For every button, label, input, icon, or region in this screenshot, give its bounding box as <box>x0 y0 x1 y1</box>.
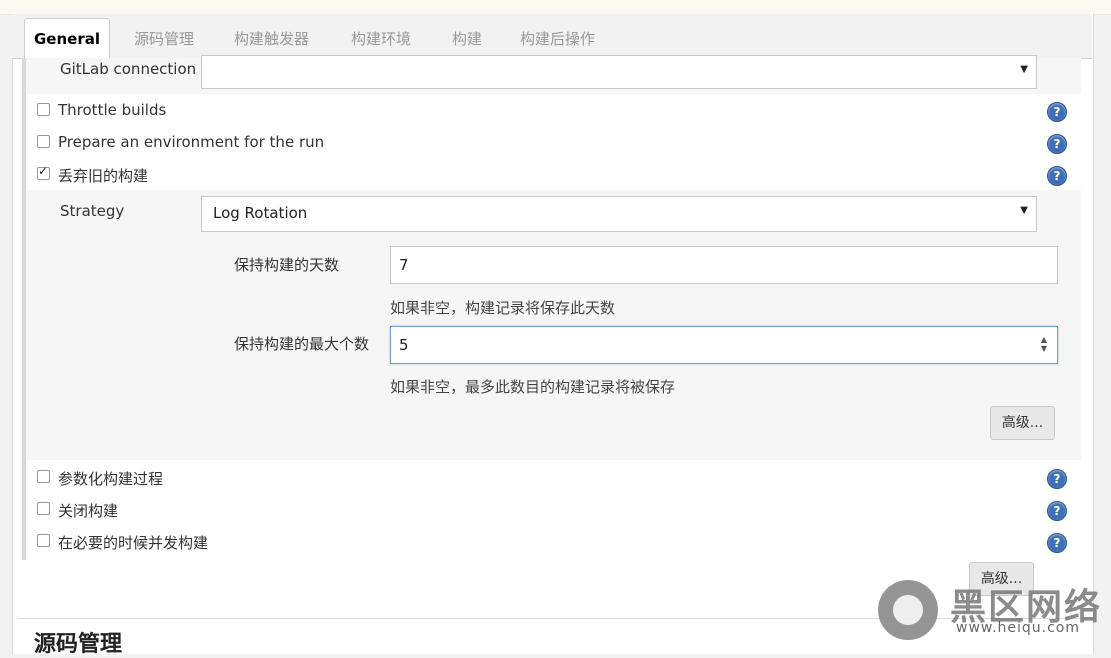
advanced-button[interactable]: 高级... <box>990 406 1055 440</box>
parameterized-build-label: 参数化构建过程 <box>58 470 164 488</box>
gitlab-connection-select[interactable]: ▼ <box>201 55 1037 89</box>
help-icon[interactable]: ? <box>1047 501 1067 521</box>
strategy-select[interactable]: Log Rotation ▼ <box>201 196 1037 232</box>
throttle-builds-checkbox[interactable] <box>37 103 50 116</box>
help-icon[interactable]: ? <box>1047 533 1067 553</box>
concurrent-build-checkbox[interactable] <box>37 534 50 547</box>
section-title-scm: 源码管理 <box>34 632 123 657</box>
chevron-down-icon: ▼ <box>1020 205 1028 216</box>
watermark-url: www.heiqu.com <box>956 620 1081 636</box>
days-to-keep-input[interactable]: 7 <box>390 246 1058 284</box>
parameterized-build-checkbox[interactable] <box>37 470 50 483</box>
top-strip <box>0 0 1111 15</box>
days-to-keep-hint: 如果非空，构建记录将保存此天数 <box>390 299 616 317</box>
disable-build-checkbox[interactable] <box>37 502 50 515</box>
help-icon[interactable]: ? <box>1047 102 1067 122</box>
tab-general[interactable]: General <box>24 18 110 61</box>
chevron-down-icon: ▼ <box>1020 64 1028 75</box>
prepare-environment-checkbox[interactable] <box>37 135 50 148</box>
tab-build-triggers[interactable]: 构建触发器 <box>234 16 309 58</box>
watermark: 黑区网络 www.heiqu.com <box>878 578 1111 644</box>
days-to-keep-label: 保持构建的天数 <box>234 256 340 274</box>
strategy-value: Log Rotation <box>213 204 308 222</box>
max-builds-hint: 如果非空，最多此数目的构建记录将被保存 <box>390 378 676 396</box>
throttle-builds-label: Throttle builds <box>58 101 167 119</box>
strategy-label: Strategy <box>60 202 125 220</box>
gitlab-connection-label: GitLab connection <box>60 60 197 78</box>
help-icon[interactable]: ? <box>1047 134 1067 154</box>
max-builds-input[interactable]: 5 ▲ ▼ <box>390 326 1058 364</box>
tab-scm[interactable]: 源码管理 <box>134 16 194 58</box>
discard-old-builds-label: 丢弃旧的构建 <box>58 167 149 185</box>
number-spinner[interactable]: ▲ ▼ <box>1041 335 1047 353</box>
tab-post-build[interactable]: 构建后操作 <box>520 16 595 58</box>
max-builds-label: 保持构建的最大个数 <box>234 335 370 353</box>
days-to-keep-value: 7 <box>399 256 409 274</box>
disable-build-label: 关闭构建 <box>58 502 119 520</box>
discard-old-builds-checkbox[interactable] <box>37 164 50 180</box>
help-icon[interactable]: ? <box>1047 469 1067 489</box>
concurrent-build-label: 在必要的时候并发构建 <box>58 534 209 552</box>
watermark-logo <box>878 580 938 640</box>
help-icon[interactable]: ? <box>1047 166 1067 186</box>
tab-build[interactable]: 构建 <box>452 16 482 58</box>
tab-build-environment[interactable]: 构建环境 <box>351 16 411 58</box>
prepare-environment-label: Prepare an environment for the run <box>58 133 325 151</box>
max-builds-value: 5 <box>399 336 409 354</box>
